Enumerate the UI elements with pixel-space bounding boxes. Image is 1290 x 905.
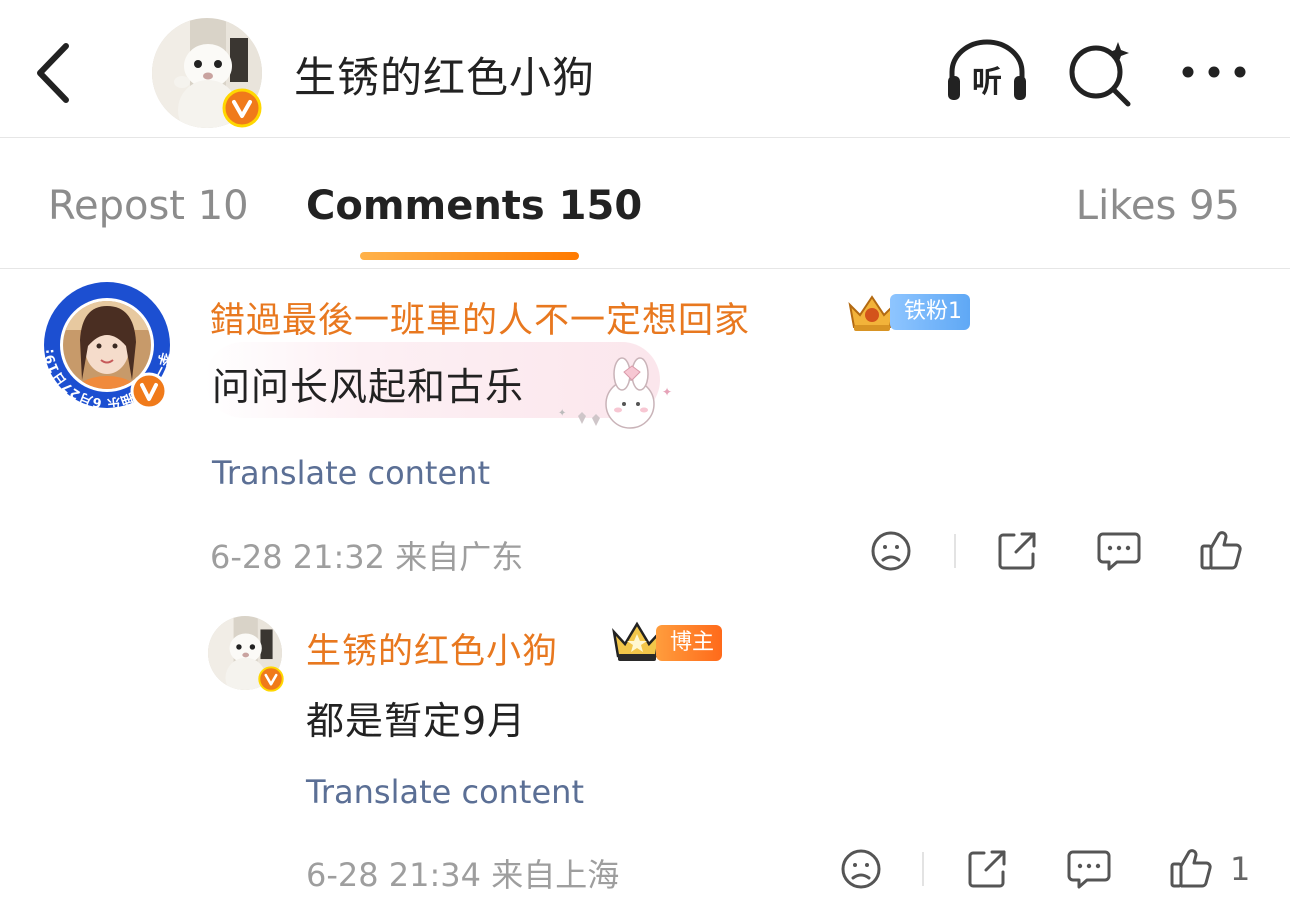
listen-label: 听 <box>972 65 1002 100</box>
comment-time: 6-28 21:34 <box>306 856 482 894</box>
search-sparkle-icon[interactable] <box>1066 38 1136 108</box>
verified-icon <box>130 372 168 410</box>
divider <box>922 852 924 886</box>
verified-icon <box>222 88 262 128</box>
share-icon[interactable] <box>966 848 1008 890</box>
comment-location: 来自上海 <box>491 856 620 894</box>
avatar[interactable] <box>152 18 262 128</box>
top-bar: 生锈的红色小狗 听 <box>0 0 1290 138</box>
comment-username[interactable]: 錯過最後一班車的人不一定想回家 <box>210 292 750 343</box>
thumbs-up-icon[interactable] <box>1199 528 1243 572</box>
page-title: 生锈的红色小狗 <box>294 53 596 102</box>
svg-text:✦: ✦ <box>662 385 672 399</box>
active-tab-indicator <box>360 252 579 260</box>
tab-comments[interactable]: Comments 150 <box>306 183 642 229</box>
comment-text: 问问长风起和古乐 <box>212 365 525 409</box>
translate-link[interactable]: Translate content <box>212 454 490 492</box>
divider <box>954 534 956 568</box>
avatar[interactable] <box>208 616 284 692</box>
comment-icon[interactable] <box>1097 530 1141 572</box>
more-icon[interactable] <box>1178 52 1250 92</box>
comment-meta: 6-28 21:32 来自广东 <box>210 532 523 578</box>
host-badge: 博主 <box>656 625 723 661</box>
tab-likes[interactable]: Likes 95 <box>1076 183 1240 229</box>
translate-link[interactable]: Translate content <box>306 773 584 811</box>
thumbs-up-icon[interactable] <box>1169 846 1213 890</box>
tab-repost[interactable]: Repost 10 <box>48 183 249 229</box>
fan-badge: 铁粉1 <box>890 294 970 330</box>
like-count: 1 <box>1230 850 1251 888</box>
share-icon[interactable] <box>996 530 1038 572</box>
avatar[interactable]: 李一桐抽抽乐 6月27日19:06起 指路 <box>34 268 172 411</box>
back-icon[interactable] <box>30 38 80 108</box>
comment-meta: 6-28 21:34 来自上海 <box>306 850 619 896</box>
comment-icon[interactable] <box>1067 848 1111 890</box>
listen-icon[interactable]: 听 <box>944 38 1030 104</box>
comment-text: 都是暂定9月 <box>306 699 527 743</box>
comment-time: 6-28 21:32 <box>210 538 386 576</box>
bunny-sticker-icon: ✦ ✦ <box>558 357 672 429</box>
verified-icon <box>258 666 284 692</box>
comment-location: 来自广东 <box>395 538 524 576</box>
svg-text:✦: ✦ <box>558 408 566 419</box>
dislike-face-icon[interactable] <box>840 848 882 890</box>
tab-bar: Repost 10 Comments 150 Likes 95 <box>0 139 1290 269</box>
comment-username[interactable]: 生锈的红色小狗 <box>306 623 558 674</box>
dislike-face-icon[interactable] <box>870 530 912 572</box>
